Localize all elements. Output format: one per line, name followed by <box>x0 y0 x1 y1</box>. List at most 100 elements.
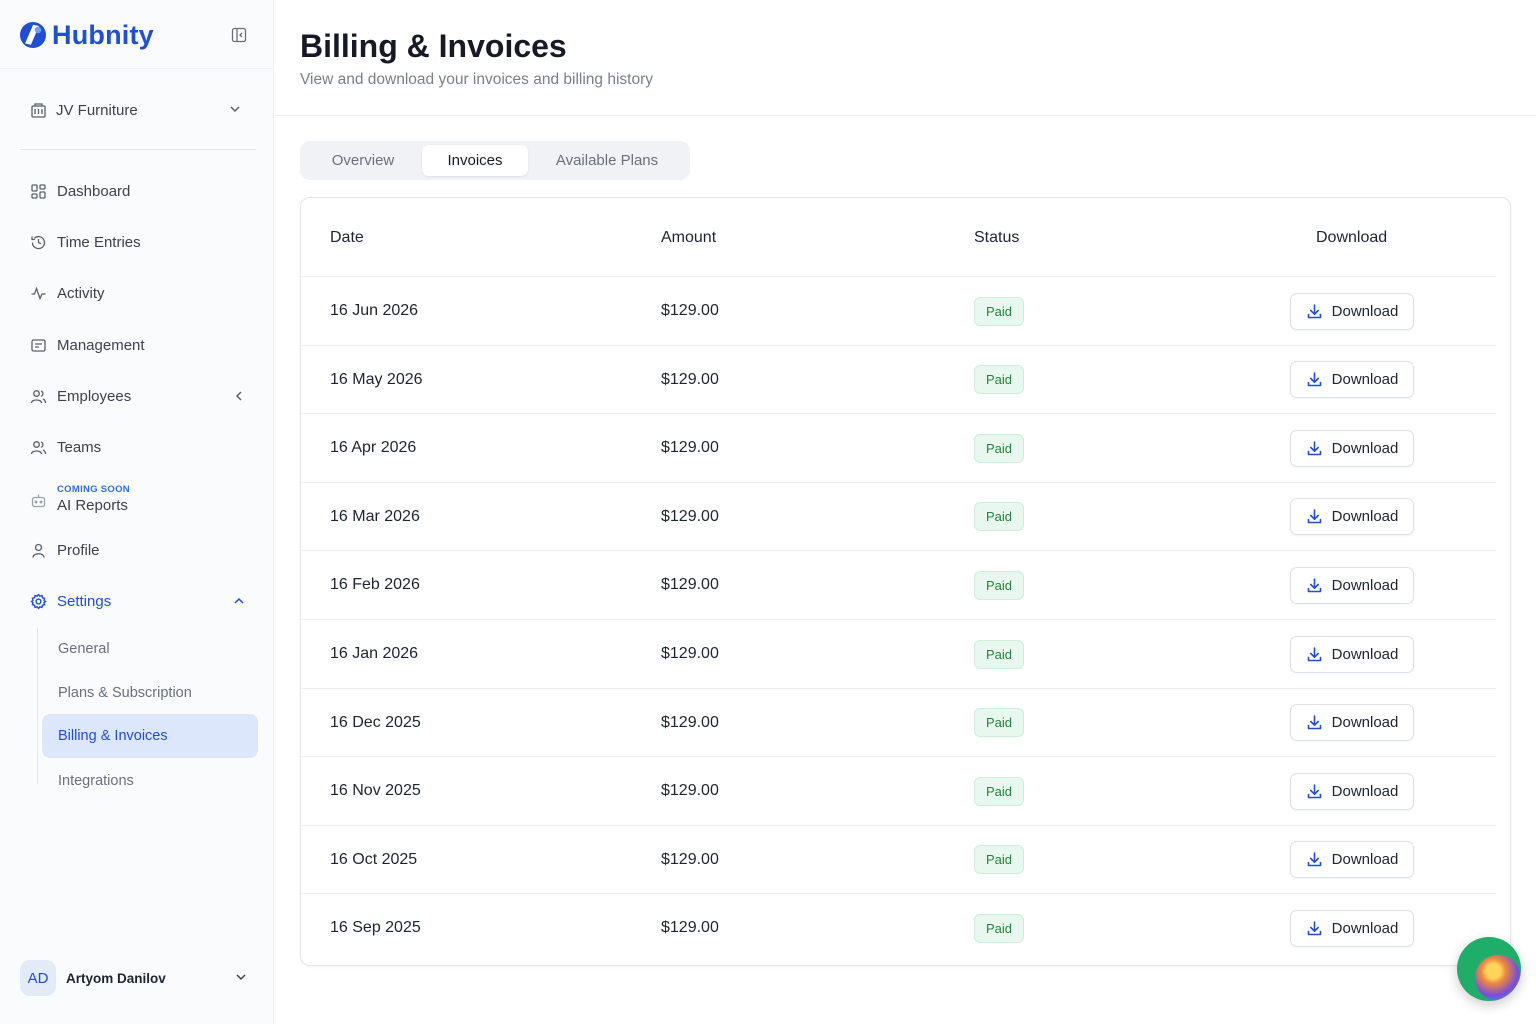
download-icon <box>1307 509 1321 524</box>
download-button[interactable]: Download <box>1290 361 1414 399</box>
settings-sub-plans[interactable]: Plans & Subscription <box>42 672 258 714</box>
nav-item-settings[interactable]: Settings <box>20 581 258 621</box>
invoice-date: 16 Feb 2026 <box>330 576 420 594</box>
download-icon <box>1307 372 1321 387</box>
nav-label: Activity <box>57 284 105 302</box>
workspace-selector[interactable]: JV Furniture <box>20 92 254 128</box>
header-divider <box>274 115 1536 116</box>
download-label: Download <box>1331 302 1399 320</box>
invoice-date: 16 Oct 2025 <box>330 850 418 868</box>
download-button[interactable]: Download <box>1290 429 1414 467</box>
table-row: 16 Apr 2026 $129.00 Paid Download <box>301 414 1496 483</box>
status-badge: Paid <box>974 296 1025 326</box>
download-label: Download <box>1331 714 1399 732</box>
sidebar-collapse-icon <box>231 27 247 43</box>
download-icon <box>1307 440 1321 455</box>
sub-label: Integrations <box>58 773 134 789</box>
help-chat-button[interactable] <box>1457 937 1521 1001</box>
chevron-down-icon <box>236 974 246 981</box>
nav-item-profile[interactable]: Profile <box>20 530 258 570</box>
download-icon <box>1307 852 1321 867</box>
nav-item-ai-reports[interactable]: COMING SOON AI Reports <box>20 478 258 522</box>
download-label: Download <box>1331 645 1399 663</box>
activity-icon <box>31 286 46 300</box>
invoice-amount: $129.00 <box>661 850 719 868</box>
avatar: AD <box>20 960 56 996</box>
nav-item-management[interactable]: Management <box>20 325 258 365</box>
download-button[interactable]: Download <box>1290 772 1414 810</box>
download-icon <box>1307 715 1321 730</box>
download-icon <box>1307 921 1321 936</box>
download-icon <box>1307 646 1321 661</box>
user-icon <box>32 543 45 558</box>
download-label: Download <box>1331 851 1399 869</box>
nav-label: Settings <box>57 592 112 610</box>
column-header-download: Download <box>1316 228 1388 246</box>
brand-name: Hubnity <box>52 19 154 50</box>
column-header-date: Date <box>330 228 364 246</box>
download-button[interactable]: Download <box>1290 566 1414 604</box>
grid-icon <box>31 183 46 199</box>
tab-invoices[interactable]: Invoices <box>422 145 528 176</box>
invoice-amount: $129.00 <box>661 370 719 388</box>
status-badge: Paid <box>974 708 1025 738</box>
invoice-amount: $129.00 <box>661 302 719 319</box>
download-label: Download <box>1331 782 1399 800</box>
download-button[interactable]: Download <box>1290 841 1414 879</box>
invoice-date: 16 Mar 2026 <box>330 507 420 525</box>
nav-label: AI Reports <box>57 497 128 515</box>
download-button[interactable]: Download <box>1290 909 1414 947</box>
nav-label: Time Entries <box>57 233 141 251</box>
tab-available-plans[interactable]: Available Plans <box>528 145 686 176</box>
chevron-up-icon <box>234 597 244 604</box>
download-icon <box>1307 783 1321 798</box>
brand-logo[interactable]: Hubnity <box>18 18 154 52</box>
coming-soon-badge: COMING SOON <box>57 484 130 496</box>
table-row: 16 Feb 2026 $129.00 Paid Download <box>301 551 1496 620</box>
status-badge: Paid <box>974 365 1025 395</box>
download-icon <box>1307 578 1321 593</box>
tab-overview[interactable]: Overview <box>304 145 422 176</box>
user-name: Artyom Danilov <box>66 970 166 986</box>
invoices-table-card: Date Amount Status Download 16 Jun 2026 … <box>300 197 1511 966</box>
column-header-amount: Amount <box>661 228 717 246</box>
nav-item-teams[interactable]: Teams <box>20 427 258 467</box>
sidebar-divider <box>0 68 273 69</box>
status-badge: Paid <box>974 639 1025 669</box>
nav-item-employees[interactable]: Employees <box>20 376 258 416</box>
users-icon <box>30 389 47 403</box>
download-button[interactable]: Download <box>1290 635 1414 673</box>
nav-label: Teams <box>57 438 102 456</box>
invoice-date: 16 Sep 2025 <box>330 919 421 937</box>
assistant-avatar-icon <box>1475 955 1521 1001</box>
nav-label: Employees <box>57 387 132 405</box>
billing-tabs: Overview Invoices Available Plans <box>300 141 690 180</box>
submenu-guide-line <box>37 628 38 784</box>
sidebar-divider <box>20 149 256 150</box>
table-row: 16 Nov 2025 $129.00 Paid Download <box>301 757 1496 826</box>
settings-sub-integrations[interactable]: Integrations <box>42 760 258 802</box>
nav-item-time-entries[interactable]: Time Entries <box>20 222 258 262</box>
nav-item-activity[interactable]: Activity <box>20 273 258 313</box>
invoice-date: 16 Nov 2025 <box>330 782 421 800</box>
folder-icon <box>31 338 46 352</box>
collapse-sidebar-button[interactable] <box>229 25 249 45</box>
table-row: 16 Mar 2026 $129.00 Paid Download <box>301 483 1496 552</box>
table-row: 16 Sep 2025 $129.00 Paid Download <box>301 894 1496 963</box>
chevron-down-icon <box>230 106 240 113</box>
download-button[interactable]: Download <box>1290 498 1414 536</box>
settings-sub-billing[interactable]: Billing & Invoices <box>42 714 258 758</box>
download-button[interactable]: Download <box>1290 704 1414 742</box>
robot-icon <box>31 494 46 507</box>
invoice-amount: $129.00 <box>661 919 719 937</box>
user-menu[interactable]: AD Artyom Danilov <box>20 956 256 1000</box>
table-row: 16 Jan 2026 $129.00 Paid Download <box>301 620 1496 689</box>
nav-label: Dashboard <box>57 182 131 200</box>
status-badge: Paid <box>974 433 1025 463</box>
download-button[interactable]: Download <box>1290 292 1414 330</box>
nav-item-dashboard[interactable]: Dashboard <box>20 171 258 211</box>
settings-sub-general[interactable]: General <box>42 628 258 670</box>
hubnity-logo-icon <box>20 22 46 48</box>
sub-label: General <box>58 641 110 657</box>
download-icon <box>1307 303 1321 318</box>
